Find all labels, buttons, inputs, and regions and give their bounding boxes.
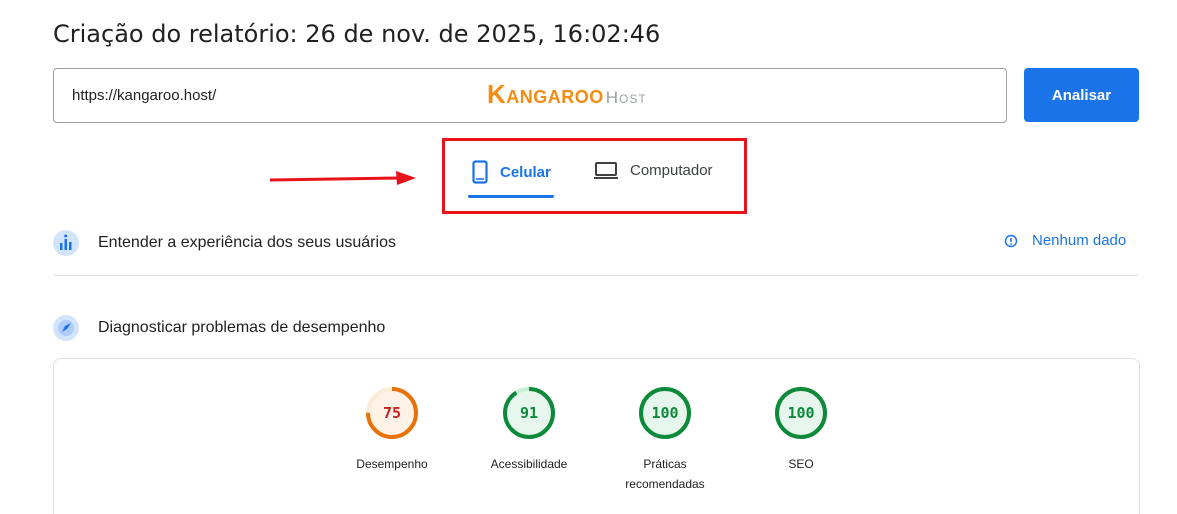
diagnose-section-label: Diagnosticar problemas de desempenho <box>98 319 386 336</box>
gauge-label: Práticas recomendadas <box>625 457 705 491</box>
gauge-value: 100 <box>787 404 815 422</box>
red-arrow-icon <box>270 171 416 185</box>
tab-desktop-label: Computador <box>630 161 713 179</box>
laptop-icon <box>594 162 618 179</box>
score-gauge[interactable]: 100 <box>637 385 693 441</box>
url-input-value: https://kangaroo.host/ <box>72 87 217 104</box>
ux-section-header: Entender a experiência dos seus usuários <box>53 230 396 256</box>
logo-sub-text: Host <box>605 88 647 107</box>
tab-mobile[interactable]: Celular <box>472 160 551 184</box>
lighthouse-icon <box>53 315 79 341</box>
gauge-label: Desempenho <box>356 457 428 471</box>
score-gauge[interactable]: 100 <box>773 385 829 441</box>
analyze-button[interactable]: Analisar <box>1024 68 1139 122</box>
info-icon <box>1004 234 1018 247</box>
no-data-label: Nenhum dado <box>1032 232 1127 249</box>
diagnose-section-header: Diagnosticar problemas de desempenho <box>53 315 385 341</box>
report-title: Criação do relatório: 26 de nov. de 2025… <box>53 20 661 48</box>
score-gauge[interactable]: 91 <box>501 385 557 441</box>
logo-main-text: Kangaroo <box>487 79 604 109</box>
gauge-label: Acessibilidade <box>490 457 568 471</box>
gauge-value: 91 <box>519 404 539 422</box>
ux-section-label: Entender a experiência dos seus usuários <box>98 234 396 251</box>
section-divider <box>53 275 1139 276</box>
smartphone-icon <box>472 160 488 184</box>
active-tab-indicator <box>468 195 554 198</box>
kangaroo-host-logo: Kangaroo Host <box>487 79 647 111</box>
no-data-link[interactable]: Nenhum dado <box>1004 232 1126 249</box>
scores-card <box>53 358 1140 514</box>
url-input[interactable]: https://kangaroo.host/ Kangaroo Host <box>53 68 1007 123</box>
gauge-label: SEO <box>788 457 814 471</box>
users-chart-icon <box>53 230 79 256</box>
tab-mobile-label: Celular <box>500 163 551 181</box>
gauge-value: 100 <box>651 404 679 422</box>
score-gauge[interactable]: 75 <box>364 385 420 441</box>
tab-desktop[interactable]: Computador <box>594 160 713 180</box>
gauge-value: 75 <box>382 404 402 422</box>
